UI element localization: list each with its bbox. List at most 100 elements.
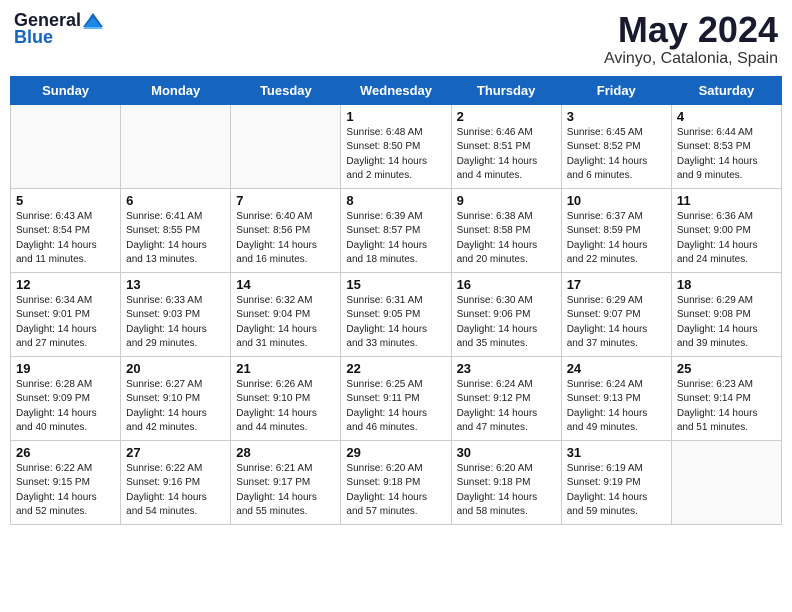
day-number: 26 [16,445,115,460]
day-number: 13 [126,277,225,292]
day-number: 23 [457,361,556,376]
day-info: Sunrise: 6:29 AMSunset: 9:08 PMDaylight:… [677,294,776,352]
calendar-cell: 15 Sunrise: 6:31 AMSunset: 9:05 PMDayligh… [341,272,451,356]
day-number: 29 [346,445,445,460]
calendar-cell: 8Sunrise: 6:39 AMSunset: 8:57 PMDaylight… [341,188,451,272]
day-info: Sunrise: 6:20 AMSunset: 9:18 PMDaylight:… [457,462,556,520]
day-number: 30 [457,445,556,460]
day-info: Sunrise: 6:22 AMSunset: 9:16 PMDaylight:… [126,462,225,520]
calendar-cell: 12 Sunrise: 6:34 AMSunset: 9:01 PMDayligh… [11,272,121,356]
calendar-cell: 20 Sunrise: 6:27 AMSunset: 9:10 PMDayligh… [121,356,231,440]
calendar-cell: 11 Sunrise: 6:36 AMSunset: 9:00 PMDayligh… [671,188,781,272]
day-number: 12 [16,277,115,292]
day-info: Sunrise: 6:20 AMSunset: 9:18 PMDaylight:… [346,462,445,520]
day-info: Sunrise: 6:32 AMSunset: 9:04 PMDaylight:… [236,294,335,352]
week-row-4: 19 Sunrise: 6:28 AMSunset: 9:09 PMDayligh… [11,356,782,440]
day-info: Sunrise: 6:23 AMSunset: 9:14 PMDaylight:… [677,378,776,436]
calendar-cell: 9 Sunrise: 6:38 AMSunset: 8:58 PMDaylight… [451,188,561,272]
calendar-cell: 22 Sunrise: 6:25 AMSunset: 9:11 PMDayligh… [341,356,451,440]
calendar-cell: 28Sunrise: 6:21 AMSunset: 9:17 PMDayligh… [231,440,341,524]
day-info: Sunrise: 6:21 AMSunset: 9:17 PMDaylight:… [236,462,335,520]
day-info: Sunrise: 6:37 AMSunset: 8:59 PMDaylight:… [567,210,666,268]
calendar-cell: 19 Sunrise: 6:28 AMSunset: 9:09 PMDayligh… [11,356,121,440]
calendar-cell [231,104,341,188]
day-info: Sunrise: 6:29 AMSunset: 9:07 PMDaylight:… [567,294,666,352]
calendar-cell [11,104,121,188]
day-info: Sunrise: 6:28 AMSunset: 9:09 PMDaylight:… [16,378,115,436]
day-info: Sunrise: 6:48 AMSunset: 8:50 PMDaylight:… [346,126,445,184]
logo-blue: Blue [14,27,53,48]
calendar-cell [671,440,781,524]
calendar-cell: 5Sunrise: 6:43 AMSunset: 8:54 PMDaylight… [11,188,121,272]
calendar-cell: 31Sunrise: 6:19 AMSunset: 9:19 PMDayligh… [561,440,671,524]
week-row-3: 12 Sunrise: 6:34 AMSunset: 9:01 PMDayligh… [11,272,782,356]
calendar-cell [121,104,231,188]
week-row-2: 5Sunrise: 6:43 AMSunset: 8:54 PMDaylight… [11,188,782,272]
day-number: 24 [567,361,666,376]
day-number: 18 [677,277,776,292]
day-number: 5 [16,193,115,208]
calendar-cell: 27 Sunrise: 6:22 AMSunset: 9:16 PMDayligh… [121,440,231,524]
weekday-header-sunday: Sunday [11,76,121,104]
day-info: Sunrise: 6:36 AMSunset: 9:00 PMDaylight:… [677,210,776,268]
day-info: Sunrise: 6:24 AMSunset: 9:13 PMDaylight:… [567,378,666,436]
calendar-cell: 26 Sunrise: 6:22 AMSunset: 9:15 PMDayligh… [11,440,121,524]
day-info: Sunrise: 6:45 AMSunset: 8:52 PMDaylight:… [567,126,666,184]
day-info: Sunrise: 6:24 AMSunset: 9:12 PMDaylight:… [457,378,556,436]
weekday-header-monday: Monday [121,76,231,104]
calendar-cell: 16 Sunrise: 6:30 AMSunset: 9:06 PMDayligh… [451,272,561,356]
day-info: Sunrise: 6:38 AMSunset: 8:58 PMDaylight:… [457,210,556,268]
day-number: 27 [126,445,225,460]
calendar-cell: 10Sunrise: 6:37 AMSunset: 8:59 PMDayligh… [561,188,671,272]
weekday-header-wednesday: Wednesday [341,76,451,104]
day-info: Sunrise: 6:39 AMSunset: 8:57 PMDaylight:… [346,210,445,268]
day-number: 22 [346,361,445,376]
day-number: 31 [567,445,666,460]
week-row-1: 1 Sunrise: 6:48 AMSunset: 8:50 PMDaylight… [11,104,782,188]
weekday-header-row: SundayMondayTuesdayWednesdayThursdayFrid… [11,76,782,104]
calendar-cell: 30 Sunrise: 6:20 AMSunset: 9:18 PMDayligh… [451,440,561,524]
day-number: 11 [677,193,776,208]
calendar-cell: 23 Sunrise: 6:24 AMSunset: 9:12 PMDayligh… [451,356,561,440]
logo: General Blue [14,10,103,48]
title-block: May 2024 Avinyo, Catalonia, Spain [604,10,778,68]
day-number: 15 [346,277,445,292]
month-title: May 2024 [604,10,778,50]
day-number: 17 [567,277,666,292]
day-number: 3 [567,109,666,124]
calendar-cell: 14Sunrise: 6:32 AMSunset: 9:04 PMDayligh… [231,272,341,356]
calendar-cell: 3 Sunrise: 6:45 AMSunset: 8:52 PMDaylight… [561,104,671,188]
calendar-cell: 2Sunrise: 6:46 AMSunset: 8:51 PMDaylight… [451,104,561,188]
page-header: General Blue May 2024 Avinyo, Catalonia,… [10,10,782,68]
calendar-cell: 7 Sunrise: 6:40 AMSunset: 8:56 PMDaylight… [231,188,341,272]
location-title: Avinyo, Catalonia, Spain [604,50,778,68]
day-info: Sunrise: 6:27 AMSunset: 9:10 PMDaylight:… [126,378,225,436]
day-info: Sunrise: 6:22 AMSunset: 9:15 PMDaylight:… [16,462,115,520]
weekday-header-saturday: Saturday [671,76,781,104]
day-info: Sunrise: 6:34 AMSunset: 9:01 PMDaylight:… [16,294,115,352]
calendar-cell: 4Sunrise: 6:44 AMSunset: 8:53 PMDaylight… [671,104,781,188]
calendar-cell: 1 Sunrise: 6:48 AMSunset: 8:50 PMDaylight… [341,104,451,188]
day-number: 20 [126,361,225,376]
calendar-cell: 6 Sunrise: 6:41 AMSunset: 8:55 PMDaylight… [121,188,231,272]
calendar-cell: 29 Sunrise: 6:20 AMSunset: 9:18 PMDayligh… [341,440,451,524]
day-number: 16 [457,277,556,292]
day-number: 25 [677,361,776,376]
day-info: Sunrise: 6:26 AMSunset: 9:10 PMDaylight:… [236,378,335,436]
day-info: Sunrise: 6:44 AMSunset: 8:53 PMDaylight:… [677,126,776,184]
day-info: Sunrise: 6:40 AMSunset: 8:56 PMDaylight:… [236,210,335,268]
day-info: Sunrise: 6:41 AMSunset: 8:55 PMDaylight:… [126,210,225,268]
day-number: 1 [346,109,445,124]
day-info: Sunrise: 6:31 AMSunset: 9:05 PMDaylight:… [346,294,445,352]
day-number: 7 [236,193,335,208]
calendar-cell: 24 Sunrise: 6:24 AMSunset: 9:13 PMDayligh… [561,356,671,440]
day-info: Sunrise: 6:30 AMSunset: 9:06 PMDaylight:… [457,294,556,352]
day-info: Sunrise: 6:46 AMSunset: 8:51 PMDaylight:… [457,126,556,184]
day-number: 19 [16,361,115,376]
day-number: 6 [126,193,225,208]
day-number: 9 [457,193,556,208]
calendar-cell: 25 Sunrise: 6:23 AMSunset: 9:14 PMDayligh… [671,356,781,440]
logo-icon [83,13,103,29]
day-info: Sunrise: 6:25 AMSunset: 9:11 PMDaylight:… [346,378,445,436]
calendar-cell: 17 Sunrise: 6:29 AMSunset: 9:07 PMDayligh… [561,272,671,356]
